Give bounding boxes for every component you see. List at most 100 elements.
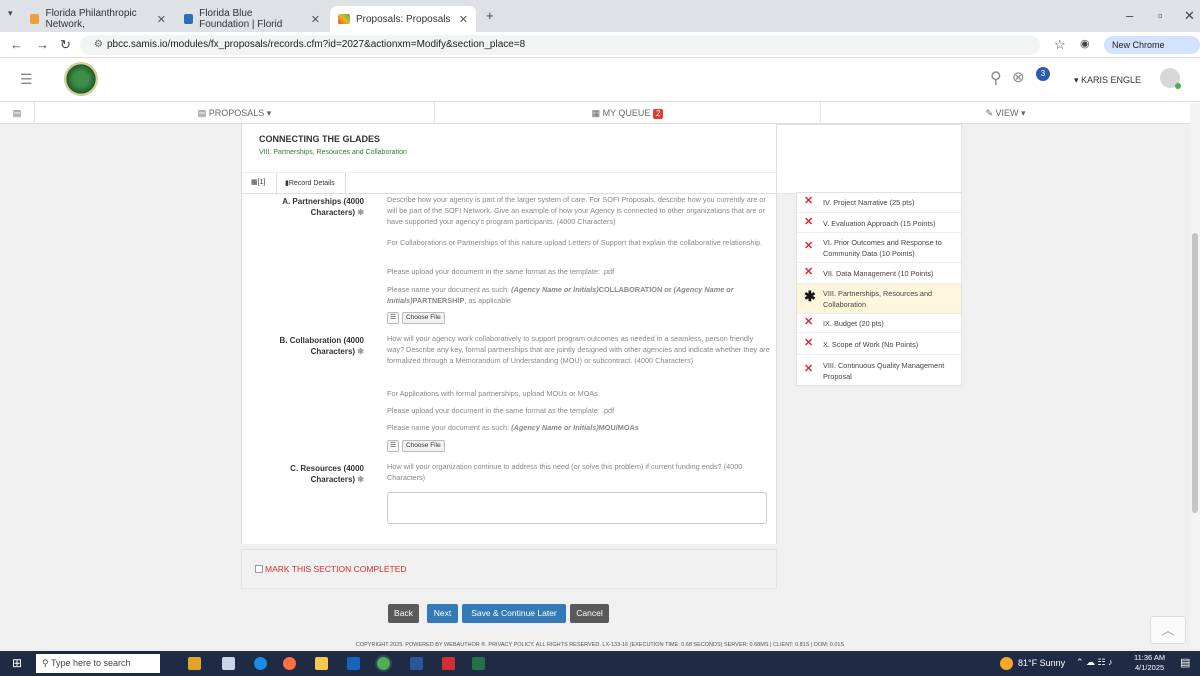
section-item[interactable]: ✕ VI. Prior Outcomes and Response to Com… — [797, 232, 961, 262]
chrome-icon[interactable] — [377, 657, 390, 670]
section-item[interactable]: ✕ X. Scope of Work (No Points) — [797, 332, 961, 354]
file-list-icon[interactable]: ☰ — [387, 440, 399, 452]
close-tab-icon[interactable]: ✕ — [459, 13, 468, 26]
collaboration-upload: ☰ Choose File — [387, 440, 445, 452]
save-continue-later-button[interactable]: Save & Continue Later — [462, 604, 566, 623]
naming-bold: (Agency Name or Initials) — [511, 285, 599, 294]
mark-completed-label[interactable]: MARK THIS SECTION COMPLETED — [265, 564, 407, 574]
back-button[interactable]: Back — [388, 604, 419, 623]
system-tray-icons[interactable]: ⌃ ☁ ☷ ♪ — [1076, 657, 1113, 668]
collaboration-note-mou: For Applications with formal partnership… — [387, 389, 600, 398]
search-icon: ⚲ — [42, 658, 49, 668]
outlook-icon[interactable] — [347, 657, 360, 670]
browser-tab-strip: ▾ Florida Philanthropic Network, ✕ Flori… — [0, 0, 1200, 32]
incomplete-x-icon: ✕ — [804, 316, 814, 328]
site-info-icon[interactable]: ⚙ — [94, 39, 103, 50]
minimize-icon[interactable]: – — [1126, 8, 1133, 23]
project-title: CONNECTING THE GLADES — [259, 134, 381, 144]
resources-textarea[interactable] — [387, 492, 767, 524]
required-icon: ✱ — [357, 208, 364, 217]
naming-text: , as applicable — [464, 296, 511, 305]
naming-bold: (Agency Name or Initials) — [511, 423, 599, 432]
cancel-button[interactable]: Cancel — [570, 604, 609, 623]
folder-icon[interactable] — [315, 657, 328, 670]
notifications-icon[interactable]: ▤ — [1180, 656, 1190, 669]
section-item[interactable]: ✕ VIII. Continuous Quality Management Pr… — [797, 354, 961, 385]
menu-view[interactable]: ✎ VIEW ▾ — [820, 102, 1190, 124]
scrollbar-thumb[interactable] — [1192, 233, 1198, 513]
taskbar-search-input[interactable]: ⚲ Type here to search — [36, 654, 160, 673]
next-button[interactable]: Next — [427, 604, 458, 623]
mark-completed-area: MARK THIS SECTION COMPLETED — [241, 549, 777, 589]
tab-label: Florida Blue Foundation | Florid — [199, 8, 283, 30]
section-item-label: VII. Data Management (10 Points) — [823, 269, 934, 278]
back-arrow-icon[interactable]: ← — [10, 37, 23, 52]
partnerships-choose-file-button[interactable]: Choose File — [402, 312, 445, 324]
module-menu-bar: ▤ ▤ PROPOSALS ▾ ▦ MY QUEUE 2 ✎ VIEW ▾ — [0, 102, 1200, 124]
browser-tab-fpn[interactable]: Florida Philanthropic Network, ✕ — [22, 6, 174, 32]
bookmark-star-icon[interactable]: ☆ — [1054, 37, 1066, 53]
naming-bold: MOU/MOAs — [598, 423, 639, 432]
collaboration-description: How will your agency work collaborativel… — [387, 334, 770, 365]
browser-tab-proposals[interactable]: Proposals: Proposals ✕ — [330, 6, 476, 32]
profile-icon[interactable]: ◉ — [1080, 37, 1090, 50]
partnerships-upload: ☰ Choose File — [387, 312, 445, 324]
reload-icon[interactable]: ↻ — [60, 37, 71, 53]
excel-icon[interactable] — [472, 657, 485, 670]
section-item[interactable]: ✕ IV. Project Narrative (25 pts) — [797, 193, 961, 212]
tab-count-label: [1] — [257, 179, 266, 186]
browser-tab-florida-blue[interactable]: Florida Blue Foundation | Florid ✕ — [176, 6, 328, 32]
page-scrollbar[interactable] — [1190, 103, 1200, 648]
tab-count[interactable]: ▦[1] — [251, 178, 265, 186]
organization-logo[interactable] — [64, 62, 98, 96]
panel-icon: ▤ — [12, 108, 22, 118]
naming-text: Please name your document as such: — [387, 423, 512, 432]
user-name: KARIS ENGLE — [1081, 75, 1142, 85]
url-input[interactable]: ⚙ pbcc.samis.io/modules/fx_proposals/reco… — [80, 35, 1040, 55]
new-tab-icon[interactable]: + — [486, 8, 494, 23]
close-tab-icon[interactable]: ✕ — [157, 13, 166, 26]
close-window-icon[interactable]: ✕ — [1184, 8, 1195, 24]
partnerships-label: A. Partnerships (4000 Characters) ✱ — [244, 196, 364, 218]
resources-label-text: C. Resources (4000 Characters) — [290, 464, 364, 484]
acrobat-icon[interactable] — [442, 657, 455, 670]
file-list-icon[interactable]: ☰ — [387, 312, 399, 324]
online-status-dot — [1175, 83, 1181, 89]
close-tab-icon[interactable]: ✕ — [311, 13, 320, 26]
section-item[interactable]: ✕ VII. Data Management (10 Points) — [797, 262, 961, 283]
file-explorer-icon[interactable] — [188, 657, 201, 670]
section-item[interactable]: ✕ V. Evaluation Approach (15 Points) — [797, 212, 961, 232]
tab-record-details[interactable]: ▮Record Details — [276, 173, 346, 195]
user-menu[interactable]: ▾ KARIS ENGLE — [1074, 75, 1141, 86]
task-view-icon[interactable] — [222, 657, 235, 670]
notification-badge[interactable]: 3 — [1036, 67, 1050, 81]
forward-arrow-icon[interactable]: → — [36, 37, 49, 52]
weather-sun-icon — [1000, 657, 1013, 670]
collaboration-choose-file-button[interactable]: Choose File — [402, 440, 445, 452]
section-item-current[interactable]: ✱ VIII. Partnerships, Resources and Coll… — [797, 283, 961, 313]
mark-completed-checkbox[interactable] — [255, 565, 263, 573]
tab-record-details-label: Record Details — [288, 180, 335, 187]
menu-my-queue[interactable]: ▦ MY QUEUE 2 — [434, 102, 820, 124]
collaboration-note-naming: Please name your document as such: (Agen… — [387, 422, 771, 433]
weather-text[interactable]: 81°F Sunny — [1018, 658, 1065, 668]
maximize-icon[interactable]: ▫ — [1158, 8, 1163, 23]
firefox-icon[interactable] — [283, 657, 296, 670]
menu-proposals[interactable]: ▤ PROPOSALS ▾ — [34, 102, 434, 124]
layout-toggle[interactable]: ▤ — [0, 102, 34, 124]
section-item-label: VI. Prior Outcomes and Response to Commu… — [823, 238, 942, 258]
windows-start-icon[interactable]: ⊞ — [12, 656, 22, 670]
search-icon[interactable]: ⚲ — [990, 68, 1002, 88]
clock[interactable]: 11:36 AM 4/1/2025 — [1134, 653, 1165, 673]
word-icon[interactable] — [410, 657, 423, 670]
queue-count-badge: 2 — [652, 109, 664, 119]
section-item[interactable]: ✕ IX. Budget (20 pts) — [797, 313, 961, 332]
tab-search-chevron-icon[interactable]: ▾ — [8, 8, 13, 19]
edge-browser-icon[interactable] — [254, 657, 267, 670]
menu-my-queue-label: MY QUEUE — [602, 108, 651, 118]
help-circle-icon[interactable]: ⊗ — [1012, 68, 1025, 86]
incomplete-x-icon: ✕ — [804, 337, 814, 349]
hamburger-menu-icon[interactable]: ☰ — [20, 71, 33, 88]
scroll-to-top-button[interactable]: ︿ — [1150, 616, 1186, 644]
new-chrome-available-button[interactable]: New Chrome available ⋮ — [1104, 36, 1200, 68]
